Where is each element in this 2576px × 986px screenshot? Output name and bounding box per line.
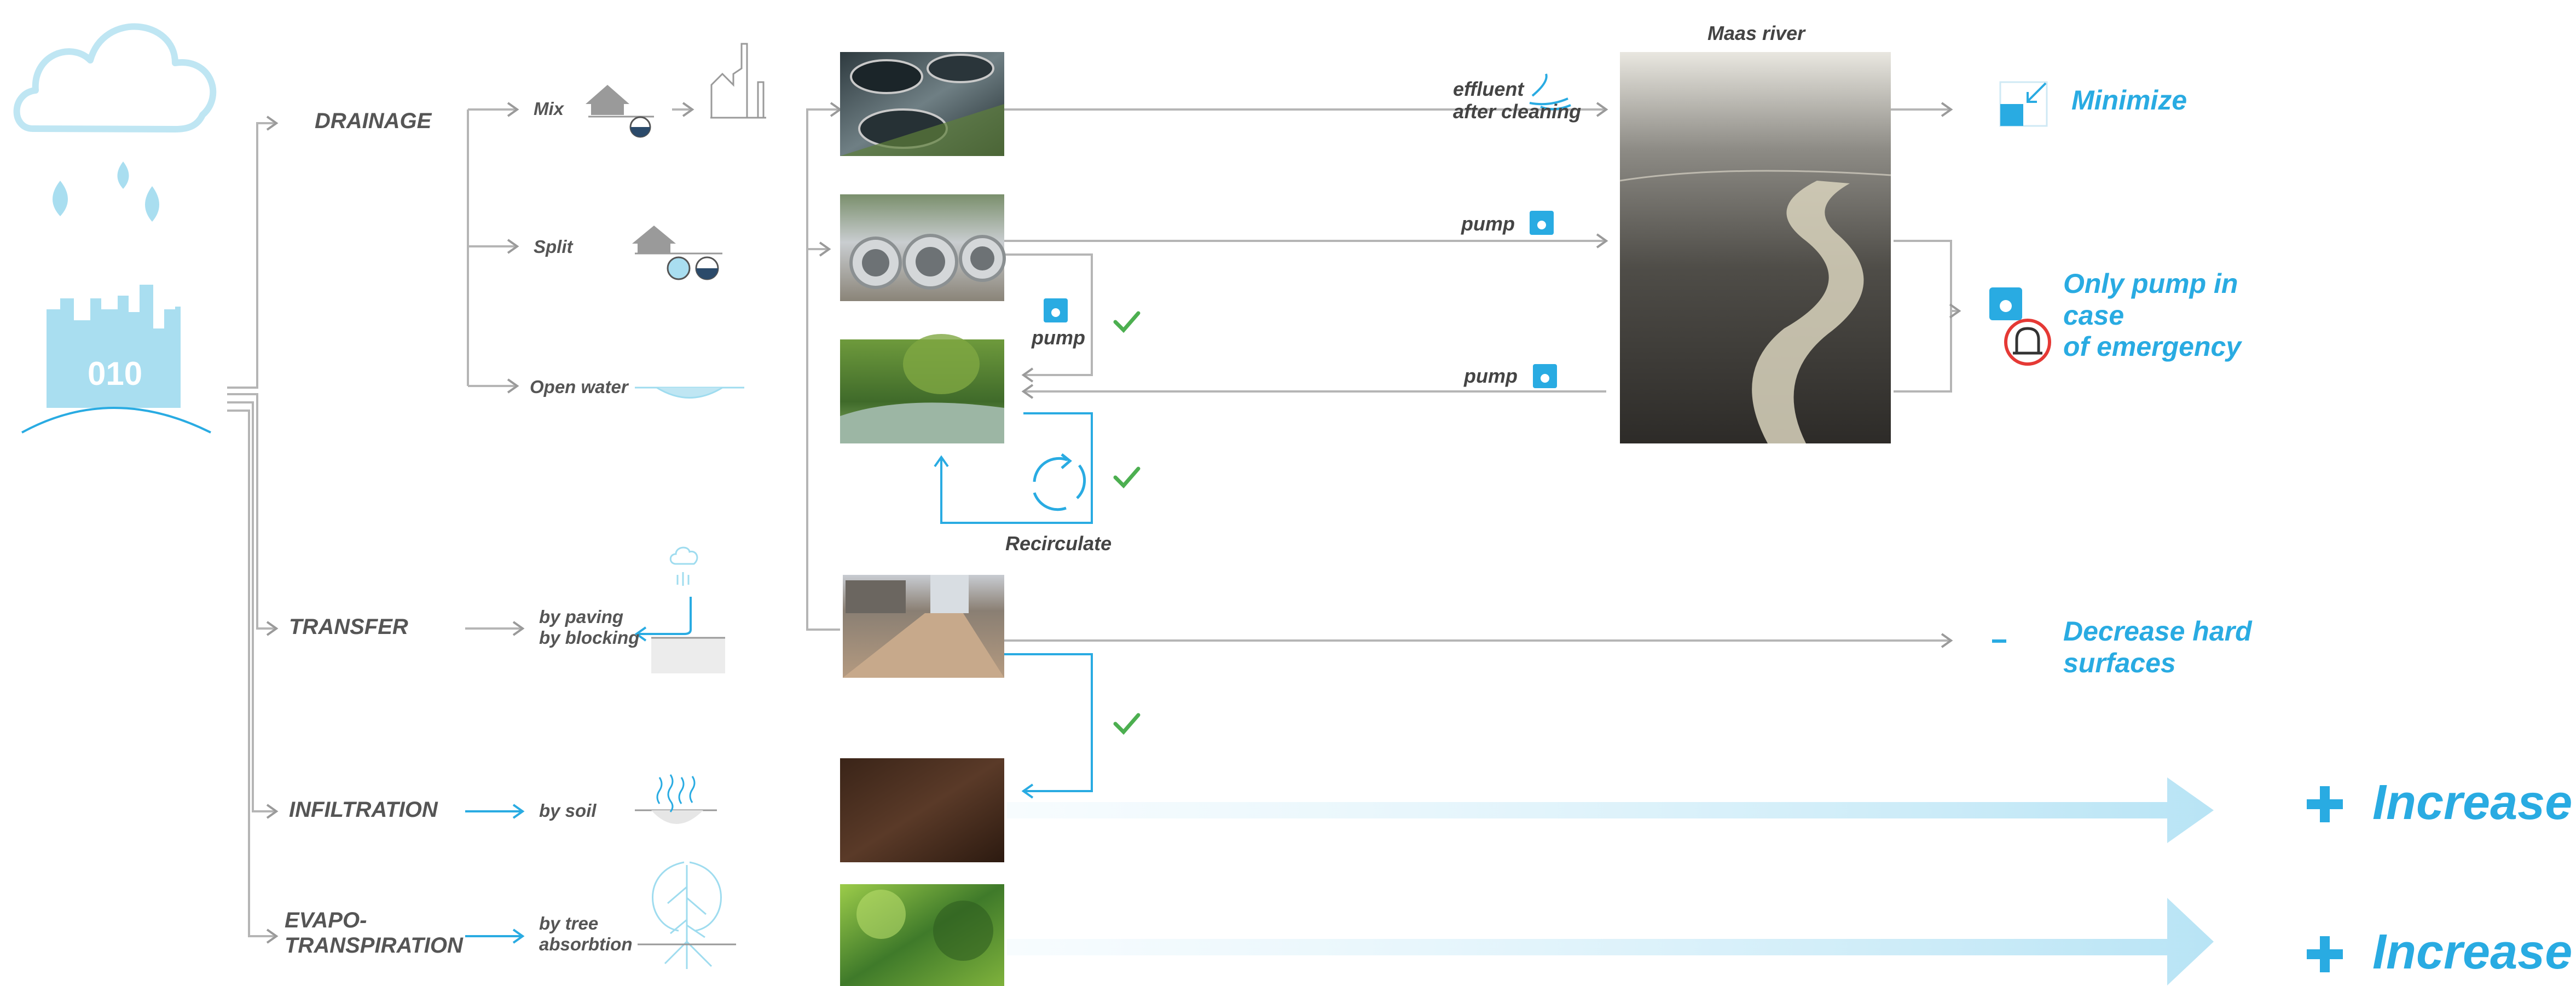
diagram-graphics bbox=[13, 23, 2343, 986]
paving-icon bbox=[634, 546, 725, 673]
label-recirculate: Recirculate bbox=[1005, 532, 1112, 555]
basin-icon bbox=[635, 387, 744, 399]
plus-icon bbox=[2307, 786, 2343, 972]
blue-flow-lines bbox=[465, 412, 1093, 944]
increase-arrow-infiltration bbox=[1007, 777, 2214, 843]
photo-park-canal bbox=[840, 334, 1004, 443]
photo-street-paving bbox=[843, 575, 1004, 678]
result-minimize: Minimize bbox=[2071, 85, 2187, 116]
raindrop-icon bbox=[53, 162, 159, 222]
water-management-diagram: 010 DRAINAGE TRANSFER INFILTRATION EVAPO… bbox=[0, 0, 2576, 986]
alarm-icon bbox=[2004, 319, 2051, 366]
label-effluent-line1: effluent bbox=[1453, 78, 1524, 100]
method-evapotranspiration: by tree absorbtion bbox=[539, 913, 633, 955]
factory-icon bbox=[710, 43, 766, 119]
city-badge: 010 bbox=[88, 355, 143, 392]
label-effluent: effluent after cleaning bbox=[1453, 78, 1581, 123]
category-evapo-line1: EVAPO- bbox=[285, 908, 367, 932]
method-mix: Mix bbox=[534, 99, 564, 119]
category-drainage: DRAINAGE bbox=[315, 109, 432, 133]
label-effluent-line2: after cleaning bbox=[1453, 100, 1582, 123]
result-increase-infiltration: Increase bbox=[2372, 775, 2573, 830]
check-icon bbox=[1113, 311, 1141, 735]
method-absorbtion: absorbtion bbox=[539, 933, 633, 954]
tree-icon bbox=[638, 861, 736, 969]
category-transfer: TRANSFER bbox=[289, 615, 408, 639]
soil-icon bbox=[635, 774, 717, 824]
split-circles-icon bbox=[667, 256, 719, 280]
method-by-paving: by paving bbox=[539, 607, 624, 627]
label-pump-top: pump bbox=[1461, 212, 1515, 235]
house-icon bbox=[586, 85, 629, 115]
increase-arrow-evapotranspiration bbox=[1007, 898, 2214, 985]
method-open-water: Open water bbox=[530, 377, 628, 397]
category-infiltration: INFILTRATION bbox=[289, 798, 438, 822]
category-evapo-line2: TRANSPIRATION bbox=[285, 933, 463, 958]
result-emergency: Only pump in case of emergency bbox=[2063, 268, 2241, 363]
result-increase-evapotranspiration: Increase bbox=[2372, 925, 2573, 979]
photo-soil bbox=[840, 758, 1004, 862]
recirculate-icon bbox=[1033, 453, 1086, 511]
method-transfer: by paving by blocking bbox=[539, 607, 639, 648]
minus-icon bbox=[1992, 639, 2006, 643]
ground-arc bbox=[21, 407, 211, 434]
result-decrease-line1: Decrease hard bbox=[2063, 616, 2252, 647]
method-by-blocking: by blocking bbox=[539, 627, 640, 648]
result-emergency-line3: of emergency bbox=[2063, 331, 2242, 362]
house-icon bbox=[632, 226, 676, 253]
result-decrease-line2: surfaces bbox=[2063, 647, 2176, 678]
method-by-soil: by soil bbox=[539, 800, 597, 821]
photo-tree bbox=[840, 884, 1004, 986]
photo-wastewater-treatment bbox=[840, 52, 1004, 156]
method-by-tree: by tree bbox=[539, 913, 599, 933]
river-title: Maas river bbox=[1707, 22, 1805, 44]
half-circle-icon bbox=[629, 116, 651, 138]
label-pump-mid: pump bbox=[1464, 365, 1518, 387]
category-evapotranspiration: EVAPO- TRANSPIRATION bbox=[285, 908, 463, 958]
photo-maas-river bbox=[1619, 52, 1891, 443]
result-emergency-line1: Only pump in bbox=[2063, 268, 2238, 299]
result-emergency-line2: case bbox=[2063, 299, 2125, 331]
cloud-icon bbox=[13, 23, 217, 132]
result-decrease: Decrease hard surfaces bbox=[2063, 616, 2252, 679]
method-split: Split bbox=[534, 237, 573, 257]
label-pump-loop: pump bbox=[1032, 326, 1085, 349]
minimize-icon bbox=[1999, 81, 2048, 127]
photo-sewer-pipes bbox=[840, 194, 1006, 301]
